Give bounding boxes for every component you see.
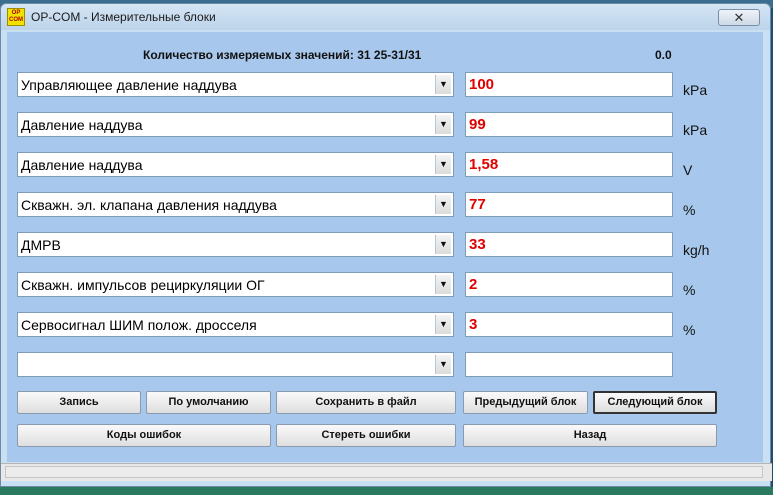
- parameter-select-6[interactable]: Скважн. импульсов рециркуляции ОГ ▼: [17, 272, 454, 297]
- parameter-label: Управляющее давление наддува: [21, 77, 237, 93]
- chevron-down-icon[interactable]: ▼: [435, 355, 451, 374]
- value-field-1: 100: [465, 72, 673, 97]
- value-text: 99: [469, 116, 486, 133]
- error-codes-button[interactable]: Коды ошибок: [17, 424, 271, 447]
- save-to-file-button[interactable]: Сохранить в файл: [276, 391, 456, 414]
- parameter-select-4[interactable]: Скважн. эл. клапана давления наддува ▼: [17, 192, 454, 217]
- main-window: OP COM OP-COM - Измерительные блоки ✕ Ко…: [0, 3, 772, 487]
- parameter-select-7[interactable]: Сервосигнал ШИМ полож. дросселя ▼: [17, 312, 454, 337]
- previous-block-button[interactable]: Предыдущий блок: [463, 391, 588, 414]
- status-bar: [1, 463, 772, 481]
- app-icon: OP COM: [7, 8, 25, 26]
- parameter-select-5[interactable]: ДМРВ ▼: [17, 232, 454, 257]
- unit-label-2: kPa: [683, 122, 708, 138]
- parameter-select-8[interactable]: ▼: [17, 352, 454, 377]
- value-field-6: 2: [465, 272, 673, 297]
- unit-label-5: kg/h: [683, 242, 710, 258]
- value-text: 3: [469, 316, 478, 333]
- parameter-select-3[interactable]: Давление наддува ▼: [17, 152, 454, 177]
- chevron-down-icon[interactable]: ▼: [435, 115, 451, 134]
- value-field-3: 1,58: [465, 152, 673, 177]
- close-button[interactable]: ✕: [718, 9, 760, 26]
- parameter-select-2[interactable]: Давление наддува ▼: [17, 112, 454, 137]
- value-text: 2: [469, 276, 478, 293]
- parameter-label: Давление наддува: [21, 117, 143, 133]
- parameter-label: Давление наддува: [21, 157, 143, 173]
- value-field-7: 3: [465, 312, 673, 337]
- close-icon: ✕: [733, 10, 745, 25]
- title-bar[interactable]: OP COM OP-COM - Измерительные блоки ✕: [1, 4, 770, 30]
- time-readout: 0.0: [655, 48, 672, 62]
- unit-label-3: V: [683, 162, 693, 178]
- measured-values-count: Количество измеряемых значений: 31 25-31…: [143, 48, 422, 62]
- value-field-2: 99: [465, 112, 673, 137]
- value-field-4: 77: [465, 192, 673, 217]
- value-text: 1,58: [469, 156, 499, 173]
- chevron-down-icon[interactable]: ▼: [435, 275, 451, 294]
- unit-label-6: %: [683, 282, 696, 298]
- unit-label-1: kPa: [683, 82, 708, 98]
- window-title: OP-COM - Измерительные блоки: [31, 10, 216, 24]
- record-button[interactable]: Запись: [17, 391, 141, 414]
- parameter-label: Сервосигнал ШИМ полож. дросселя: [21, 317, 257, 333]
- value-field-8: [465, 352, 673, 377]
- measurement-panel: Количество измеряемых значений: 31 25-31…: [7, 32, 763, 462]
- value-text: 33: [469, 236, 486, 253]
- default-button[interactable]: По умолчанию: [146, 391, 271, 414]
- chevron-down-icon[interactable]: ▼: [435, 315, 451, 334]
- chevron-down-icon[interactable]: ▼: [435, 75, 451, 94]
- clear-errors-button[interactable]: Стереть ошибки: [276, 424, 456, 447]
- parameter-label: Скважн. эл. клапана давления наддува: [21, 197, 277, 213]
- chevron-down-icon[interactable]: ▼: [435, 235, 451, 254]
- taskbar-strip: [0, 487, 773, 495]
- chevron-down-icon[interactable]: ▼: [435, 155, 451, 174]
- value-field-5: 33: [465, 232, 673, 257]
- parameter-select-1[interactable]: Управляющее давление наддува ▼: [17, 72, 454, 97]
- unit-label-7: %: [683, 322, 696, 338]
- unit-label-4: %: [683, 202, 696, 218]
- parameter-label: ДМРВ: [21, 237, 61, 253]
- status-pane: [5, 466, 763, 478]
- value-text: 100: [469, 76, 495, 93]
- back-button[interactable]: Назад: [463, 424, 717, 447]
- chevron-down-icon[interactable]: ▼: [435, 195, 451, 214]
- parameter-label: Скважн. импульсов рециркуляции ОГ: [21, 277, 265, 293]
- next-block-button[interactable]: Следующий блок: [593, 391, 717, 414]
- value-text: 77: [469, 196, 486, 213]
